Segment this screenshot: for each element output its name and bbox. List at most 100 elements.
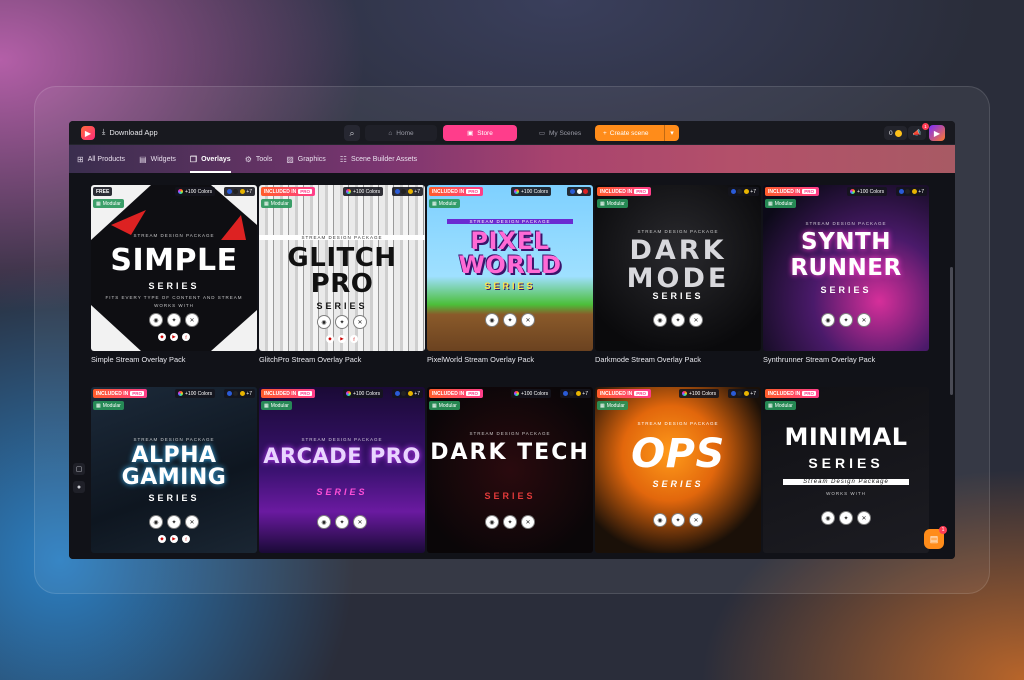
palette-icon: [514, 189, 519, 194]
included-label: INCLUDED IN: [264, 390, 297, 397]
nav-my-scenes-button[interactable]: ▭ My Scenes: [524, 125, 596, 141]
product-thumbnail[interactable]: INCLUDED IN PRO ▦ Modular MINIMAL SERIES S…: [763, 387, 929, 553]
nav-home-button[interactable]: ⌂ Home: [365, 125, 437, 141]
colors-badge: +100 Colors: [343, 187, 384, 196]
streamlabs-icon: ✦: [335, 515, 349, 529]
product-thumbnail[interactable]: INCLUDED IN PRO +100 Colors +7 ▦ Modular S…: [427, 387, 593, 553]
avatar[interactable]: ▶: [929, 125, 945, 141]
product-thumbnail[interactable]: INCLUDED IN PRO +7 ▦ Modular STREAM DESIGN…: [595, 185, 761, 351]
modular-badge: ▦ Modular: [261, 401, 292, 410]
colors-badge: +100 Colors: [679, 389, 720, 398]
folder-icon: ▭: [538, 130, 545, 137]
nav-store-button[interactable]: ▣ Store: [443, 125, 517, 141]
tab-widgets[interactable]: ▤ Widgets: [139, 145, 176, 173]
product-thumbnail[interactable]: INCLUDED IN PRO +100 Colors +7 ▦ Modular S…: [259, 387, 425, 553]
product-card[interactable]: FREE +100 Colors +7 ▦ Modular STREAM DESI…: [91, 185, 257, 364]
product-title[interactable]: Darkmode Stream Overlay Pack: [595, 355, 761, 364]
fire-icon[interactable]: ●: [73, 481, 85, 493]
included-in-pro-badge: INCLUDED IN PRO: [597, 389, 651, 398]
product-thumbnail[interactable]: FREE +100 Colors +7 ▦ Modular STREAM DESI…: [91, 185, 257, 351]
product-card[interactable]: INCLUDED IN PRO +100 Colors +7 ▦ Modular S…: [427, 387, 593, 553]
product-thumbnail[interactable]: INCLUDED IN PRO +100 Colors ▦ Modular STRE…: [427, 185, 593, 351]
modular-badge: ▦ Modular: [597, 199, 628, 208]
xsplit-icon: ✕: [521, 515, 535, 529]
search-icon[interactable]: ⌕: [344, 125, 360, 141]
create-scene-label: Create scene: [609, 129, 649, 137]
art-subtitle: SERIES: [484, 281, 536, 291]
modular-badge: ▦ Modular: [93, 199, 124, 208]
product-title[interactable]: GlitchPro Stream Overlay Pack: [259, 355, 425, 364]
notifications-button[interactable]: 📣 1: [908, 123, 929, 140]
modular-label: Modular: [270, 200, 289, 207]
art-title: DARK MODE: [626, 235, 730, 294]
store-icon: ▣: [467, 130, 474, 137]
tab-graphics[interactable]: ▨ Graphics: [286, 145, 326, 173]
modular-badge: ▦ Modular: [429, 199, 460, 208]
product-thumbnail[interactable]: INCLUDED IN PRO +100 Colors +7 ▦ Modular S…: [259, 185, 425, 351]
tab-tools[interactable]: ⚙ Tools: [245, 145, 273, 173]
product-title[interactable]: PixelWorld Stream Overlay Pack: [427, 355, 593, 364]
obs-icon: ◉: [485, 313, 499, 327]
tab-overlays[interactable]: ❐ Overlays: [189, 145, 231, 173]
scrollbar[interactable]: [950, 267, 953, 395]
create-scene-button[interactable]: + Create scene ▾: [595, 125, 679, 141]
product-card[interactable]: INCLUDED IN PRO +100 Colors ▦ Modular STRE…: [427, 185, 593, 364]
twitch-icon: ◆: [158, 535, 166, 543]
art-subtitle: SERIES: [820, 285, 872, 295]
art-package-label: STREAM DESIGN PACKAGE: [301, 437, 383, 442]
app-logo-icon[interactable]: ▶: [81, 126, 95, 140]
languages-badge: +7: [559, 389, 591, 398]
product-thumbnail[interactable]: INCLUDED IN PRO +100 Colors +7 ▦ Modular S…: [763, 185, 929, 351]
art-title: PIXEL WORLD: [458, 227, 562, 279]
puzzle-icon: ▦: [96, 402, 101, 409]
streamlabs-icon: ✦: [167, 515, 181, 529]
chevron-down-icon[interactable]: ▾: [664, 125, 679, 141]
colors-badge: +100 Colors: [847, 187, 888, 196]
tab-all-products[interactable]: ⊞ All Products: [77, 145, 125, 173]
xsplit-icon: ✕: [521, 313, 535, 327]
art-title: SIMPLE: [110, 243, 238, 278]
support-chat-button[interactable]: ▤ 1: [924, 526, 947, 549]
twitch-icon: ◆: [158, 333, 166, 341]
product-title[interactable]: Simple Stream Overlay Pack: [91, 355, 257, 364]
platform-icons: ◉ ✦ ✕: [259, 515, 425, 529]
modular-badge: ▦ Modular: [765, 401, 796, 410]
widget-icon: ▤: [139, 154, 147, 164]
product-card[interactable]: INCLUDED IN PRO ▦ Modular MINIMAL SERIES S…: [763, 387, 929, 553]
included-in-pro-badge: INCLUDED IN PRO: [93, 389, 147, 398]
product-thumbnail[interactable]: INCLUDED IN PRO +100 Colors +7 ▦ Modular S…: [595, 387, 761, 553]
art-title: SYNTH RUNNER: [790, 229, 902, 281]
chat-icon[interactable]: ▢: [73, 463, 85, 475]
free-badge: FREE: [93, 187, 113, 196]
art-package-label: STREAM DESIGN PACKAGE: [133, 233, 215, 238]
product-card[interactable]: INCLUDED IN PRO +100 Colors +7 ▦ Modular S…: [91, 387, 257, 553]
included-label: INCLUDED IN: [432, 390, 465, 397]
product-card[interactable]: INCLUDED IN PRO +100 Colors +7 ▦ Modular S…: [763, 185, 929, 364]
product-thumbnail[interactable]: INCLUDED IN PRO +100 Colors +7 ▦ Modular S…: [91, 387, 257, 553]
facebook-icon: f: [182, 535, 190, 543]
product-title[interactable]: Synthrunner Stream Overlay Pack: [763, 355, 929, 364]
modular-label: Modular: [606, 402, 625, 409]
streamlabs-icon: ✦: [335, 315, 349, 329]
product-card[interactable]: INCLUDED IN PRO +100 Colors +7 ▦ Modular S…: [595, 387, 761, 553]
art-subtitle: SERIES: [316, 301, 368, 311]
puzzle-icon: ▦: [768, 402, 773, 409]
streamlabs-icon: ✦: [671, 313, 685, 327]
obs-icon: ◉: [653, 313, 667, 327]
pro-label: PRO: [466, 189, 480, 194]
art-package-label: STREAM DESIGN PACKAGE: [805, 221, 887, 226]
modular-label: Modular: [102, 200, 121, 207]
art-package-label: STREAM DESIGN PACKAGE: [259, 235, 425, 240]
product-card[interactable]: INCLUDED IN PRO +100 Colors +7 ▦ Modular S…: [259, 387, 425, 553]
languages-more: +7: [750, 188, 756, 195]
included-label: INCLUDED IN: [432, 188, 465, 195]
tab-scene-builder-assets[interactable]: ☷ Scene Builder Assets: [340, 145, 417, 173]
art-package-label: STREAM DESIGN PACKAGE: [447, 219, 573, 224]
product-card[interactable]: INCLUDED IN PRO +7 ▦ Modular STREAM DESIGN…: [595, 185, 761, 364]
coin-balance[interactable]: 0: [884, 126, 907, 140]
product-card[interactable]: INCLUDED IN PRO +100 Colors +7 ▦ Modular S…: [259, 185, 425, 364]
download-app-button[interactable]: ⤓ Download App: [102, 127, 158, 137]
obs-icon: ◉: [653, 513, 667, 527]
included-label: INCLUDED IN: [768, 390, 801, 397]
colors-label: +100 Colors: [521, 390, 549, 397]
